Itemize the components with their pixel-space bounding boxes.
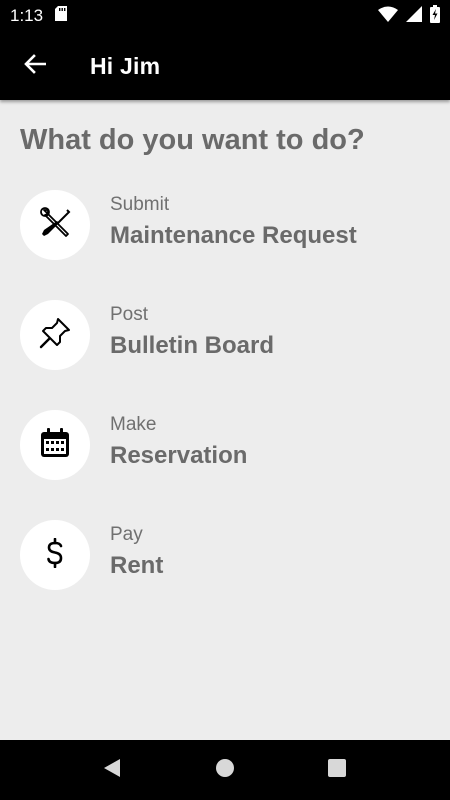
action-title: Bulletin Board — [110, 332, 275, 359]
calendar-icon — [39, 427, 71, 464]
pushpin-icon — [38, 316, 72, 355]
page-title: Hi Jim — [90, 52, 161, 79]
signal-icon — [406, 5, 422, 27]
reservation-item[interactable]: Make Reservation — [0, 408, 450, 518]
square-recents-icon — [327, 758, 347, 783]
main-content: What do you want to do? Submit Maintenan… — [0, 100, 450, 740]
action-title: Maintenance Request — [110, 222, 357, 249]
nav-recents-button[interactable] — [307, 740, 367, 800]
maintenance-request-item[interactable]: Submit Maintenance Request — [0, 188, 450, 298]
icon-circle — [20, 300, 90, 370]
action-list: Submit Maintenance Request Post Bulletin… — [0, 188, 450, 628]
triangle-back-icon — [102, 757, 122, 784]
section-heading: What do you want to do? — [20, 124, 365, 156]
back-button[interactable] — [10, 41, 60, 91]
dollar-icon — [45, 537, 65, 573]
circle-home-icon — [215, 758, 235, 783]
action-subtitle: Post — [110, 304, 149, 325]
tools-icon — [38, 206, 72, 245]
sd-card-icon — [55, 6, 68, 26]
nav-back-button[interactable] — [82, 740, 142, 800]
action-subtitle: Make — [110, 414, 157, 435]
icon-circle — [20, 410, 90, 480]
wifi-icon — [378, 6, 398, 27]
status-time: 1:13 — [10, 6, 44, 25]
rent-item[interactable]: Pay Rent — [0, 518, 450, 628]
arrow-left-icon — [24, 53, 47, 79]
status-bar: 1:13 — [0, 0, 450, 32]
navigation-bar — [0, 740, 450, 800]
app-bar: Hi Jim — [0, 32, 450, 100]
action-subtitle: Pay — [110, 524, 143, 545]
icon-circle — [20, 520, 90, 590]
action-subtitle: Submit — [110, 194, 170, 215]
battery-charging-icon — [430, 4, 440, 28]
action-title: Reservation — [110, 442, 248, 469]
icon-circle — [20, 190, 90, 260]
action-title: Rent — [110, 552, 164, 579]
bulletin-board-item[interactable]: Post Bulletin Board — [0, 298, 450, 408]
nav-home-button[interactable] — [195, 740, 255, 800]
